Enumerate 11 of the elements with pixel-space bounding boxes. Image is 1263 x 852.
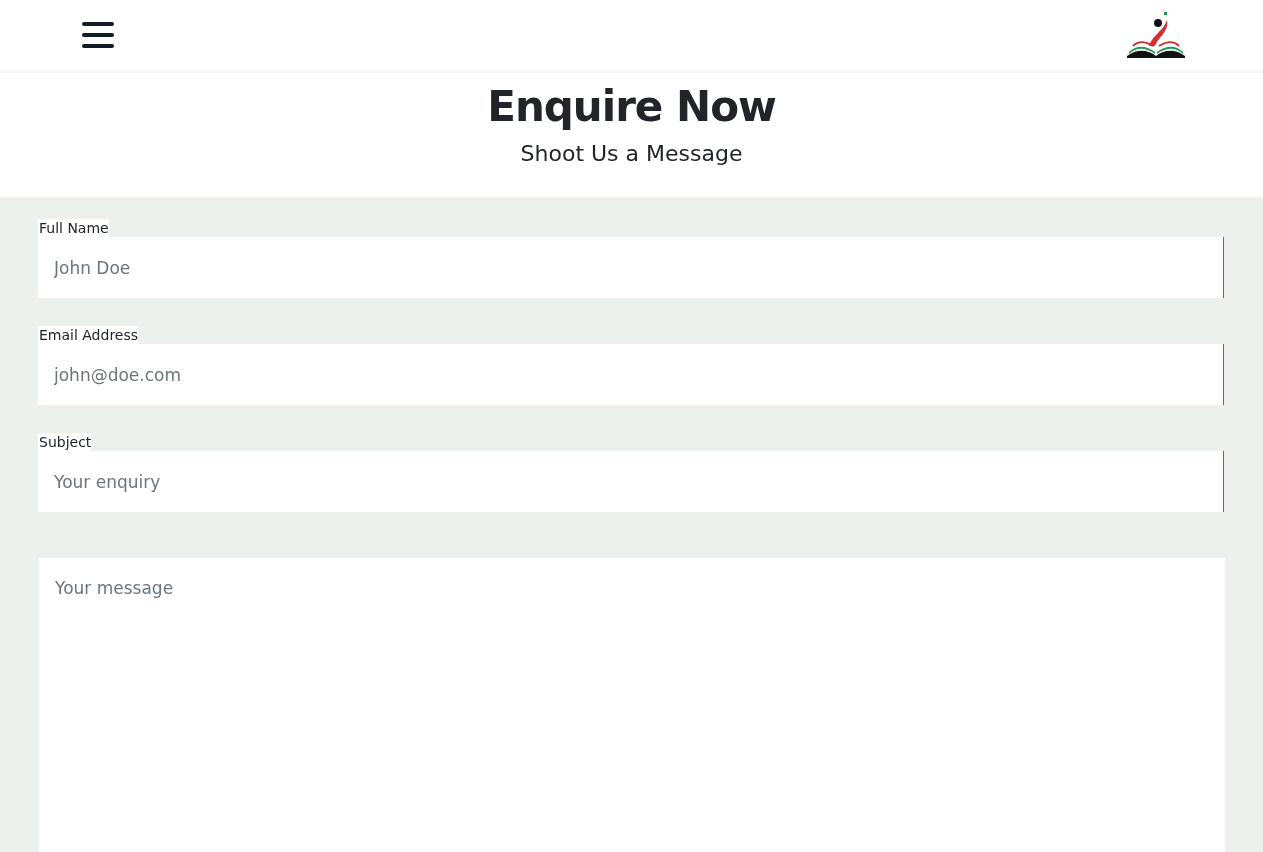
input-field[interactable]: Your enquiry [38,451,1224,512]
message-field[interactable]: Your message [39,558,1225,852]
menu-button[interactable] [82,22,114,48]
field-label: Subject [38,433,92,451]
book-logo-icon [1125,10,1187,60]
input-field[interactable]: john@doe.com [38,344,1224,405]
field-label: Email Address [38,326,139,344]
page-title: Enquire Now [486,81,777,133]
field-label: Full Name [38,219,109,237]
menu-icon [82,22,114,48]
page-subtitle: Shoot Us a Message [519,140,744,168]
